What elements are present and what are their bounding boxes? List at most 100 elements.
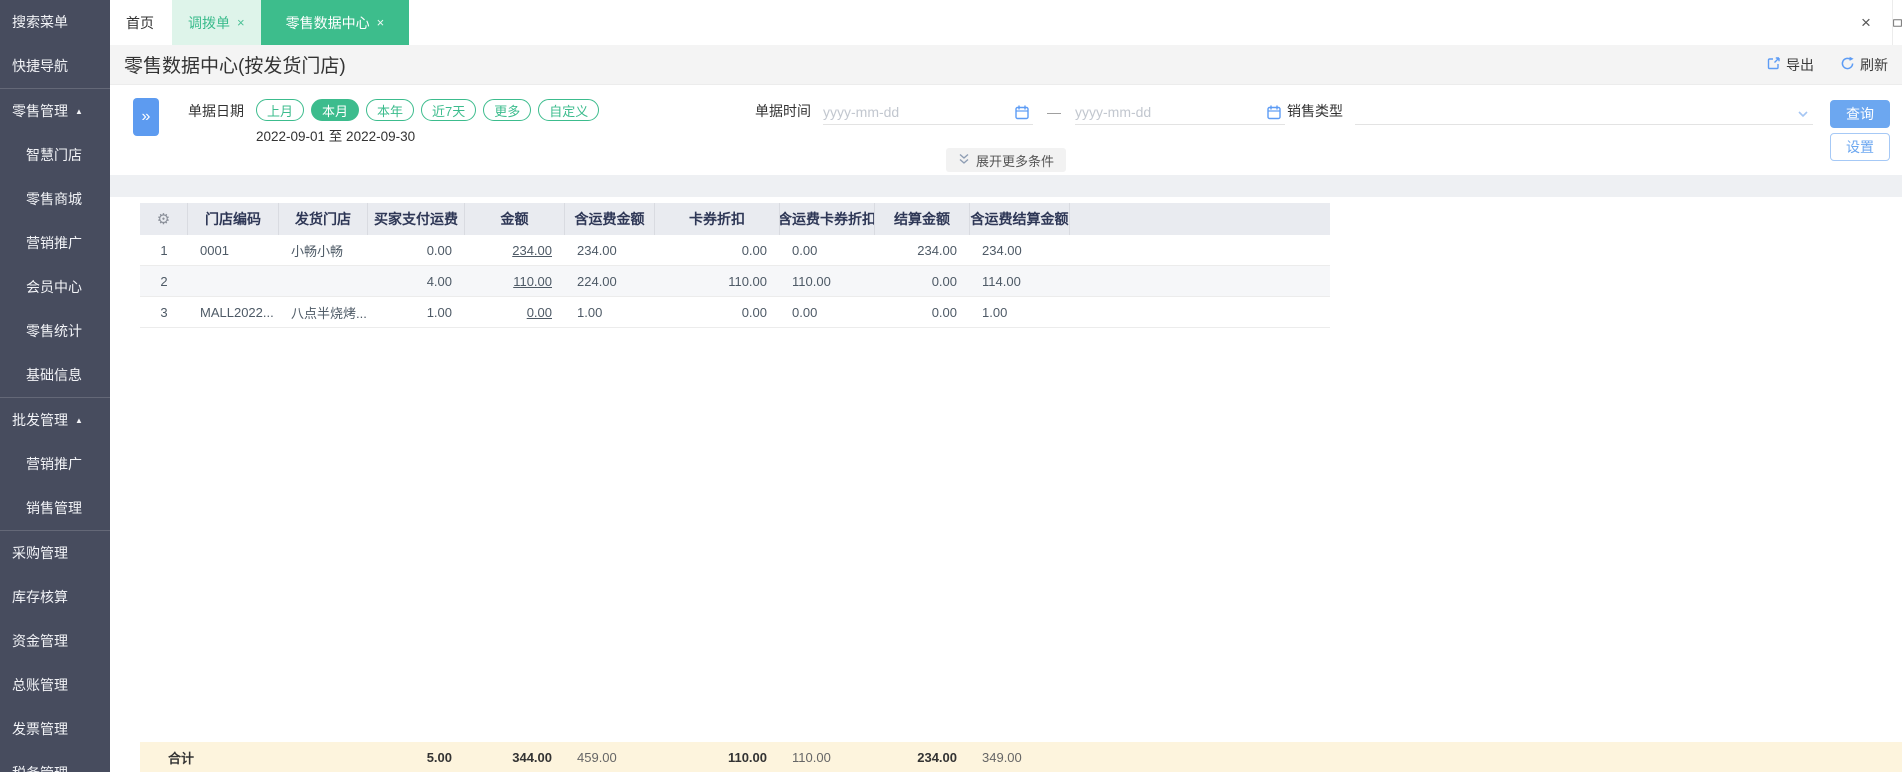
sidebar-item-label: 批发管理 bbox=[12, 412, 68, 428]
sidebar-item-13[interactable]: 库存核算 bbox=[0, 575, 110, 619]
table-cell: 0.00 bbox=[792, 242, 818, 258]
table-cell: 234.00 bbox=[917, 242, 957, 258]
sidebar-item-2[interactable]: 零售管理 ▲ bbox=[0, 89, 110, 133]
date-pill-3[interactable]: 近7天 bbox=[421, 99, 477, 121]
title-bar: 零售数据中心(按发货门店) 导出 刷新 bbox=[110, 45, 1902, 85]
summary-value: 349.00 bbox=[982, 749, 1022, 765]
settings-button[interactable]: 设置 bbox=[1830, 133, 1890, 161]
table-cell: 114.00 bbox=[982, 273, 1021, 289]
title-actions: 导出 刷新 bbox=[1766, 55, 1888, 75]
sidebar-menu: 搜索菜单 快捷导航 零售管理 ▲ 智慧门店 零售商城 营销推广 会员中心 零售统计 基础信息 批发管… bbox=[0, 0, 110, 772]
maximize-icon[interactable] bbox=[1892, 0, 1902, 45]
table-cell: 八点半烧烤... bbox=[291, 305, 367, 321]
date-pill-2[interactable]: 本年 bbox=[366, 99, 415, 121]
amount-link-cell[interactable]: 0.00 bbox=[465, 297, 565, 327]
table-cell bbox=[279, 266, 368, 296]
table-cell: 4.00 bbox=[426, 273, 452, 289]
sidebar-item-4[interactable]: 零售商城 bbox=[0, 177, 110, 221]
table-cell: 110.00 bbox=[728, 273, 767, 289]
sidebar-item-12[interactable]: 采购管理 bbox=[0, 531, 110, 575]
sidebar-item-label: 营销推广 bbox=[26, 235, 82, 251]
sidebar-item-label: 营销推广 bbox=[26, 456, 82, 472]
table-cell: 1.00 bbox=[577, 304, 603, 320]
sidebar-item-8[interactable]: 基础信息 bbox=[0, 353, 110, 397]
sidebar-item-6[interactable]: 会员中心 bbox=[0, 265, 110, 309]
table-cell-filler bbox=[1070, 297, 1330, 327]
main-area: 首页 调拨单 × 零售数据中心 × × 零售数据中心(按发货门店) 导出 刷新 … bbox=[110, 0, 1902, 772]
date-filter-group: 单据日期 上月 本月 本年 近7天 更多 自定义 2022-09-01 至 2022-09… bbox=[188, 99, 600, 145]
sidebar-item-5[interactable]: 营销推广 bbox=[0, 221, 110, 265]
summary-row: 合计 5.00 344.00 459.00 110.00 110.00 234.00 349.… bbox=[140, 742, 1902, 772]
tab-close-icon[interactable]: × bbox=[237, 15, 245, 30]
sidebar-item-label: 快捷导航 bbox=[12, 58, 68, 74]
row-number: 1 bbox=[160, 242, 168, 258]
table-cell: 0.00 bbox=[931, 304, 957, 320]
query-button[interactable]: 查询 bbox=[1830, 100, 1890, 128]
summary-filler bbox=[1070, 742, 1902, 772]
amount-link-cell[interactable]: 234.00 bbox=[465, 235, 565, 265]
date-pill-0[interactable]: 上月 bbox=[256, 99, 305, 121]
sidebar-item-10[interactable]: 营销推广 bbox=[0, 442, 110, 486]
table-cell: 1.00 bbox=[982, 304, 1008, 320]
date-pill-4[interactable]: 更多 bbox=[483, 99, 532, 121]
sidebar-item-15[interactable]: 总账管理 bbox=[0, 663, 110, 707]
collapse-arrow-icon: ▲ bbox=[75, 106, 83, 116]
table-cell: 234.00 bbox=[577, 242, 617, 258]
refresh-label: 刷新 bbox=[1860, 56, 1888, 73]
sidebar-item-11[interactable]: 销售管理 bbox=[0, 486, 110, 530]
amount-link-cell[interactable]: 110.00 bbox=[465, 266, 565, 296]
table-cell: 1.00 bbox=[426, 304, 452, 320]
sidebar-item-14[interactable]: 资金管理 bbox=[0, 619, 110, 663]
date-filter-label: 单据日期 bbox=[188, 103, 244, 119]
sidebar-item-1[interactable]: 快捷导航 bbox=[0, 44, 110, 88]
date-pill-5[interactable]: 自定义 bbox=[538, 99, 600, 121]
summary-value bbox=[279, 742, 368, 772]
sidebar-item-16[interactable]: 发票管理 bbox=[0, 707, 110, 751]
sidebar-item-label: 库存核算 bbox=[12, 589, 68, 605]
time-from-input[interactable] bbox=[823, 103, 1033, 120]
tab-label: 零售数据中心 bbox=[285, 14, 370, 31]
column-header: 门店编码 bbox=[188, 203, 279, 235]
refresh-icon bbox=[1840, 56, 1855, 74]
column-header: 金额 bbox=[465, 203, 565, 235]
tab-transfer-order[interactable]: 调拨单 × bbox=[172, 0, 261, 45]
column-header-filler bbox=[1070, 203, 1330, 235]
refresh-button[interactable]: 刷新 bbox=[1840, 55, 1888, 75]
column-settings-header[interactable]: ⚙ bbox=[140, 203, 188, 235]
app-window: 搜索菜单 快捷导航 零售管理 ▲ 智慧门店 零售商城 营销推广 会员中心 零售统计 基础信息 批发管… bbox=[0, 0, 1902, 772]
sidebar-item-label: 发票管理 bbox=[12, 721, 68, 737]
panel-gap bbox=[110, 175, 1902, 197]
date-pills: 上月 本月 本年 近7天 更多 自定义 bbox=[256, 99, 600, 121]
column-header: 含运费结算金额 bbox=[970, 203, 1070, 235]
close-icon[interactable]: × bbox=[1856, 0, 1876, 45]
table-body: 1 0001 小畅小畅 0.00 234.00 234.00 0.00 0.00 234.00 2… bbox=[140, 235, 1330, 328]
collapse-filter-button[interactable]: » bbox=[133, 98, 159, 136]
expand-more-button[interactable]: 展开更多条件 bbox=[945, 148, 1067, 172]
sidebar-item-label: 税务管理 bbox=[12, 763, 68, 772]
sale-type-select[interactable] bbox=[1355, 99, 1813, 125]
export-icon bbox=[1766, 56, 1781, 74]
time-to-input[interactable] bbox=[1075, 103, 1285, 120]
table-cell: MALL2022... bbox=[200, 304, 274, 320]
sidebar-item-7[interactable]: 零售统计 bbox=[0, 309, 110, 353]
tab-close-icon[interactable]: × bbox=[377, 15, 385, 30]
export-button[interactable]: 导出 bbox=[1766, 55, 1814, 75]
sidebar-item-3[interactable]: 智慧门店 bbox=[0, 133, 110, 177]
tab-retail-data-center[interactable]: 零售数据中心 × bbox=[260, 0, 410, 45]
sidebar-item-label: 基础信息 bbox=[26, 367, 82, 383]
tab-home[interactable]: 首页 bbox=[113, 0, 167, 45]
row-number: 2 bbox=[160, 273, 168, 289]
summary-label: 合计 bbox=[168, 750, 195, 766]
summary-value: 459.00 bbox=[577, 749, 617, 765]
gear-icon: ⚙ bbox=[156, 211, 171, 228]
sidebar-item-9[interactable]: 批发管理 ▲ bbox=[0, 398, 110, 442]
sidebar-item-17[interactable]: 税务管理 bbox=[0, 751, 110, 772]
tab-bar: 首页 调拨单 × 零售数据中心 × × bbox=[110, 0, 1902, 45]
page-title: 零售数据中心(按发货门店) bbox=[124, 56, 346, 77]
table-header: ⚙ 门店编码 发货门店 买家支付运费 金额 含运费金额 卡券折扣 含运费卡券折扣 结算金额 含运费… bbox=[140, 203, 1330, 235]
sidebar-item-label: 零售管理 bbox=[12, 103, 68, 119]
sale-type-label: 销售类型 bbox=[1287, 103, 1343, 119]
date-pill-1[interactable]: 本月 bbox=[311, 99, 360, 121]
sidebar-item-label: 资金管理 bbox=[12, 633, 68, 649]
sidebar-item-0[interactable]: 搜索菜单 bbox=[0, 0, 110, 44]
